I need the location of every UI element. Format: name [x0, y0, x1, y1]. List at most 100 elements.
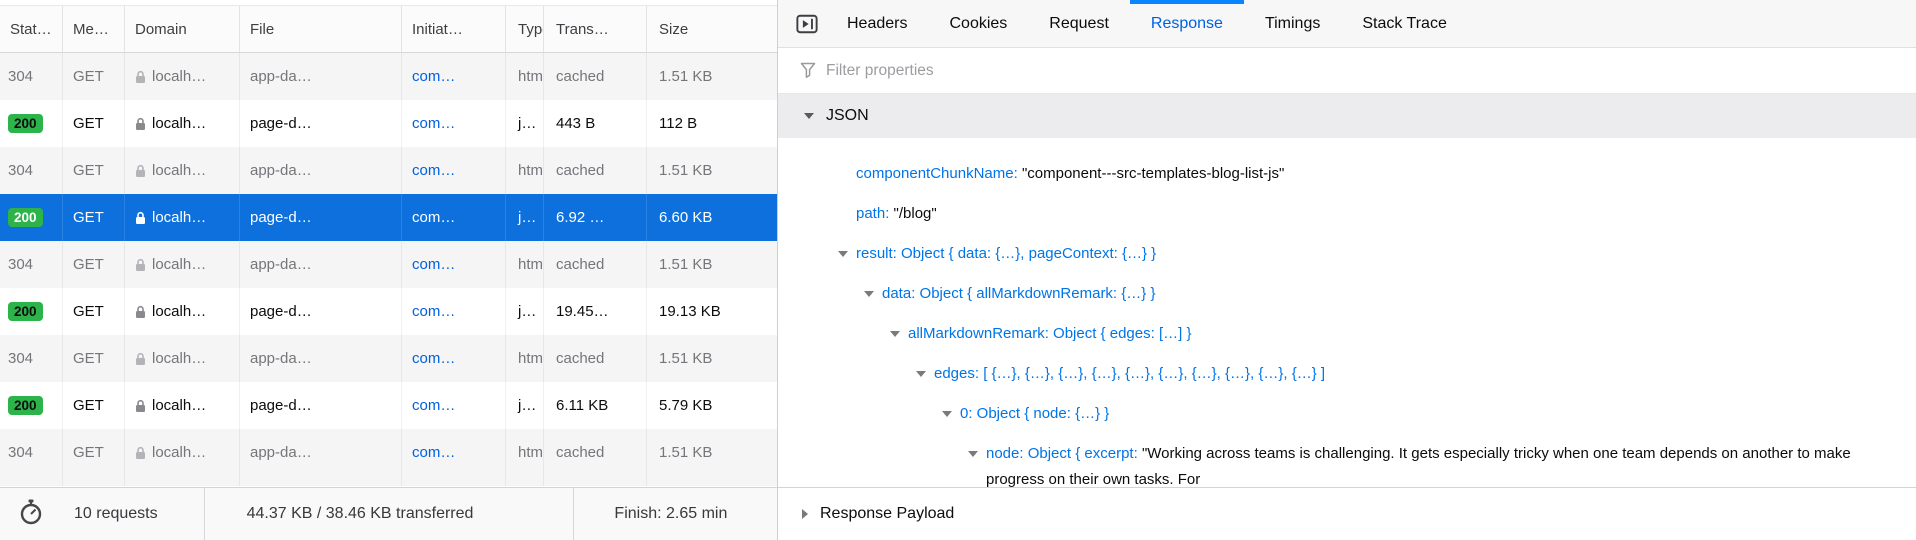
- request-row[interactable]: 200 GET localh… page-d… com… j… 443 B 11…: [0, 100, 777, 147]
- json-key: result: Object { data: {…}, pageContext:…: [856, 245, 1156, 262]
- collapse-panel-icon[interactable]: [796, 0, 818, 47]
- details-tab[interactable]: Headers: [826, 0, 928, 47]
- expand-twisty-icon[interactable]: [864, 291, 874, 297]
- initiator-cell[interactable]: com…: [402, 382, 506, 429]
- json-tree-row[interactable]: edges: [ {…}, {…}, {…}, {…}, {…}, {…}, {…: [778, 354, 1916, 394]
- response-payload-bar[interactable]: Response Payload: [778, 487, 1916, 540]
- status-cell: 304: [0, 53, 63, 100]
- details-tab[interactable]: Timings: [1244, 0, 1341, 47]
- json-tree-row[interactable]: allMarkdownRemark: Object { edges: […] }: [778, 314, 1916, 354]
- transferred-cell: 19.45…: [544, 288, 647, 335]
- size-cell: 5.79 KB: [647, 382, 777, 429]
- domain-label: localh…: [152, 68, 206, 85]
- file-cell: page-d…: [240, 194, 402, 241]
- expand-twisty-icon[interactable]: [968, 451, 978, 457]
- type-cell: htm: [506, 147, 544, 194]
- domain-cell: localh…: [125, 53, 240, 100]
- initiator-cell[interactable]: com…: [402, 194, 506, 241]
- status-cell: 200: [0, 288, 63, 335]
- initiator-cell[interactable]: com…: [402, 147, 506, 194]
- lock-icon: [135, 117, 146, 131]
- size-cell: 1.51 KB: [647, 53, 777, 100]
- expand-twisty-icon[interactable]: [838, 251, 848, 257]
- column-header[interactable]: Stat…: [0, 6, 63, 52]
- request-rows: 304 GET localh… app-da… com… htm cached …: [0, 53, 777, 476]
- column-header[interactable]: Me…: [63, 6, 125, 52]
- initiator-cell[interactable]: com…: [402, 100, 506, 147]
- column-header[interactable]: Domain: [125, 6, 240, 52]
- domain-label: localh…: [152, 256, 206, 273]
- column-header[interactable]: Type: [506, 6, 544, 52]
- initiator-cell[interactable]: com…: [402, 241, 506, 288]
- request-row[interactable]: 304 GET localh… app-da… com… htm cached …: [0, 241, 777, 288]
- method-cell: GET: [63, 100, 125, 147]
- initiator-cell[interactable]: com…: [402, 335, 506, 382]
- details-tab[interactable]: Request: [1028, 0, 1130, 47]
- file-cell: page-d…: [240, 100, 402, 147]
- type-cell: htm: [506, 429, 544, 476]
- details-tab[interactable]: Response: [1130, 0, 1244, 47]
- transferred-cell: 6.11 KB: [544, 382, 647, 429]
- domain-cell: localh…: [125, 147, 240, 194]
- json-tree-row[interactable]: componentChunkName: "component---src-tem…: [778, 154, 1916, 194]
- column-header[interactable]: Trans…: [544, 6, 647, 52]
- column-header[interactable]: Size: [647, 6, 777, 52]
- column-header[interactable]: File: [240, 6, 402, 52]
- json-key: node: Object { excerpt:: [986, 445, 1138, 462]
- initiator-cell[interactable]: com…: [402, 429, 506, 476]
- request-row[interactable]: 304 GET localh… app-da… com… htm cached …: [0, 53, 777, 100]
- json-key: 0: Object { node: {…} }: [960, 405, 1109, 422]
- file-cell: app-da…: [240, 241, 402, 288]
- json-tree-row[interactable]: data: Object { allMarkdownRemark: {…} }: [778, 274, 1916, 314]
- domain-label: localh…: [152, 350, 206, 367]
- expand-twisty-icon[interactable]: [942, 411, 952, 417]
- column-header-label: Stat…: [10, 21, 52, 38]
- json-tree-row[interactable]: node: Object { excerpt: "Working across …: [778, 434, 1916, 487]
- request-row[interactable]: 200 GET localh… page-d… com… j… 6.11 KB …: [0, 382, 777, 429]
- request-row[interactable]: 200 GET localh… page-d… com… j… 6.92 … 6…: [0, 194, 777, 241]
- request-row[interactable]: 200 GET localh… page-d… com… j… 19.45… 1…: [0, 288, 777, 335]
- status-cell: 200: [0, 100, 63, 147]
- properties-filter-row: [778, 48, 1916, 94]
- json-section-header[interactable]: JSON: [778, 94, 1916, 138]
- domain-label: localh…: [152, 303, 206, 320]
- expand-twisty-icon[interactable]: [916, 371, 926, 377]
- transferred-cell: cached: [544, 335, 647, 382]
- column-header[interactable]: Initiat…: [402, 6, 506, 52]
- request-row[interactable]: 304 GET localh… app-da… com… htm cached …: [0, 147, 777, 194]
- json-tree-row[interactable]: path: "/blog": [778, 194, 1916, 234]
- json-key: edges: [ {…}, {…}, {…}, {…}, {…}, {…}, {…: [934, 365, 1325, 382]
- tab-label: Response: [1151, 15, 1223, 33]
- request-row[interactable]: 304 GET localh… app-da… com… htm cached …: [0, 335, 777, 382]
- type-cell: j…: [506, 382, 544, 429]
- method-cell: GET: [63, 335, 125, 382]
- method-cell: GET: [63, 382, 125, 429]
- initiator-cell[interactable]: com…: [402, 288, 506, 335]
- method-cell: GET: [63, 288, 125, 335]
- column-header-label: Domain: [135, 21, 187, 38]
- domain-cell: localh…: [125, 429, 240, 476]
- initiator-cell[interactable]: com…: [402, 53, 506, 100]
- size-cell: 1.51 KB: [647, 429, 777, 476]
- expand-twisty-icon[interactable]: [890, 331, 900, 337]
- tab-label: Headers: [847, 15, 907, 33]
- details-tab[interactable]: Stack Trace: [1341, 0, 1467, 47]
- throttling-stopwatch-icon[interactable]: [18, 498, 44, 531]
- json-key: data: Object { allMarkdownRemark: {…} }: [882, 285, 1155, 302]
- transferred-cell: 6.92 …: [544, 194, 647, 241]
- size-cell: 1.51 KB: [647, 147, 777, 194]
- method-cell: GET: [63, 429, 125, 476]
- request-details-panel: Headers Cookies Request Response Timings: [777, 0, 1916, 540]
- json-tree-row[interactable]: result: Object { data: {…}, pageContext:…: [778, 234, 1916, 274]
- file-cell: page-d…: [240, 382, 402, 429]
- request-row-partial[interactable]: [0, 476, 777, 486]
- column-header-label: Size: [659, 21, 688, 38]
- tab-label: Stack Trace: [1362, 15, 1446, 33]
- filter-properties-input[interactable]: [826, 62, 1916, 80]
- json-tree-row[interactable]: 0: Object { node: {…} }: [778, 394, 1916, 434]
- details-tab[interactable]: Cookies: [928, 0, 1028, 47]
- tab-label: Cookies: [949, 15, 1007, 33]
- response-payload-label: Response Payload: [820, 505, 954, 523]
- request-row[interactable]: 304 GET localh… app-da… com… htm cached …: [0, 429, 777, 476]
- column-header-label: Type: [518, 21, 543, 38]
